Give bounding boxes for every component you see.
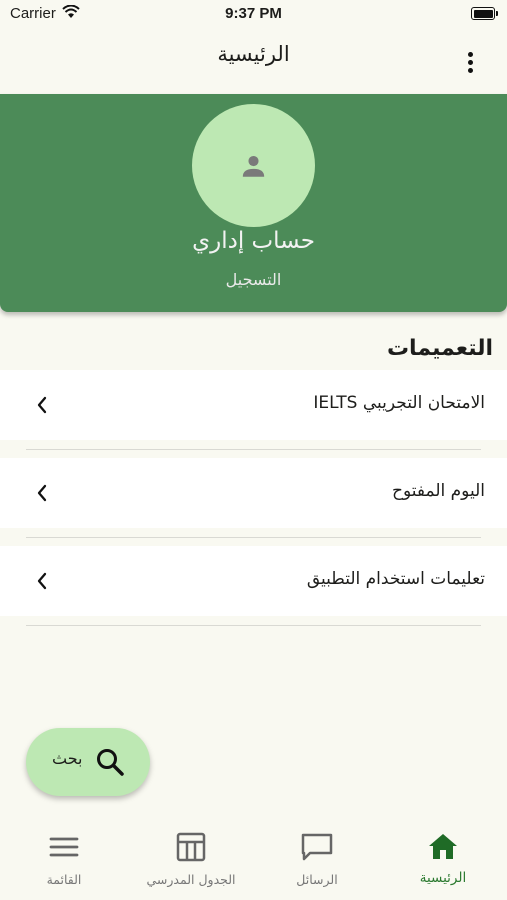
divider [26,537,481,538]
nav-home[interactable]: الرئيسية [388,832,498,886]
nav-messages-label: الرسائل [296,872,338,887]
clock: 9:37 PM [225,5,282,22]
nav-menu-label: القائمة [46,872,82,887]
divider [26,449,481,450]
more-options-icon[interactable] [458,52,482,82]
register-link[interactable]: التسجيل [0,270,507,289]
list-item-app-instructions[interactable]: تعليمات استخدام التطبيق [0,546,507,616]
list-item-ielts[interactable]: الامتحان التجريبي IELTS [0,370,507,440]
nav-home-label: الرئيسية [419,870,467,886]
chevron-left-icon [37,572,47,590]
nav-menu[interactable]: القائمة [9,832,119,887]
avatar[interactable] [192,104,315,227]
person-icon [242,155,265,177]
page-title: الرئيسية [217,42,290,66]
nav-school-schedule[interactable]: الجدول المدرسي [136,832,246,887]
list-item-label: اليوم المفتوح [392,481,485,501]
divider [26,625,481,626]
chevron-left-icon [37,484,47,502]
search-button-label: بحث [52,749,83,768]
home-icon [429,834,457,859]
search-button[interactable]: بحث [26,728,150,796]
chat-icon [301,833,333,861]
menu-icon [49,837,79,857]
account-name: حساب إداري [192,228,315,254]
bottom-navigation: الرئيسية الرسائل الجدول المدرسي القائمة [0,820,507,900]
chevron-left-icon [37,396,47,414]
battery-icon [471,7,498,20]
nav-messages[interactable]: الرسائل [262,832,372,887]
list-item-label: الامتحان التجريبي IELTS [313,393,485,413]
status-bar: Carrier 9:37 PM [0,0,507,30]
search-icon [97,749,124,776]
app-bar: الرئيسية [0,30,507,94]
table-icon [176,832,206,862]
section-title: التعميمات [386,336,493,361]
list-item-label: تعليمات استخدام التطبيق [306,569,485,589]
nav-schedule-label: الجدول المدرسي [146,872,236,887]
list-item-open-day[interactable]: اليوم المفتوح [0,458,507,528]
